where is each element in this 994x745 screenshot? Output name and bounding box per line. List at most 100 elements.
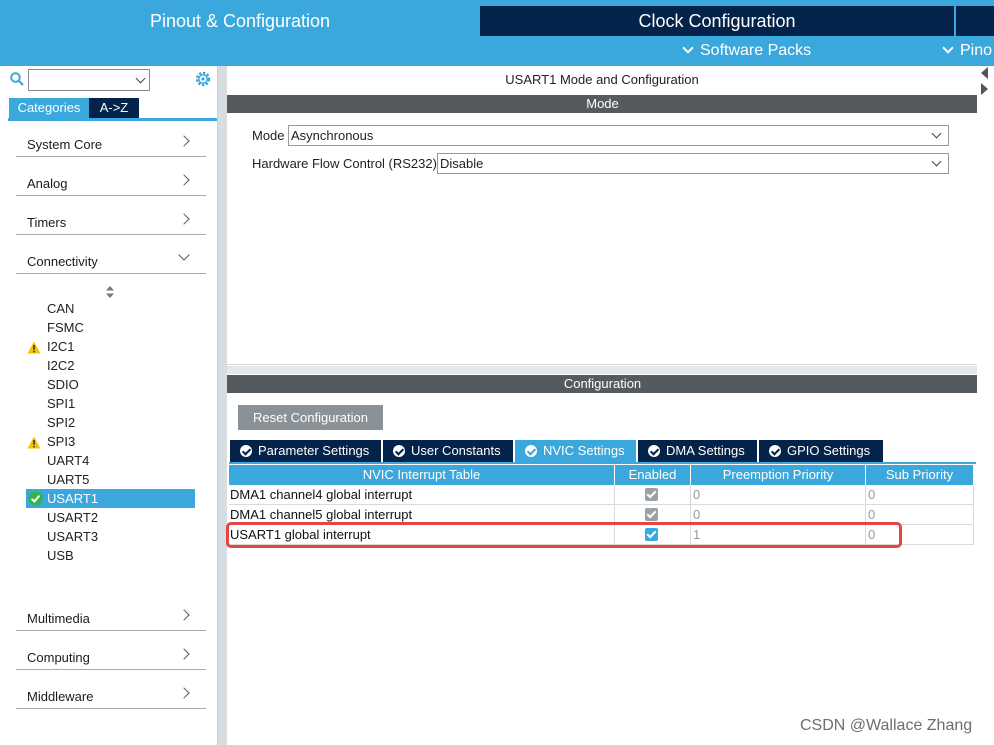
sort-icon[interactable] — [106, 286, 114, 298]
category-label: Connectivity — [27, 254, 98, 269]
category-label: Timers — [27, 215, 67, 230]
tab-parameter-settings[interactable]: Parameter Settings — [230, 440, 381, 462]
flow-select-value: Disable — [440, 156, 484, 171]
tab-strip-underline — [229, 462, 976, 464]
peripheral-item-sdio[interactable]: SDIO — [47, 375, 79, 394]
chevron-down-icon — [931, 128, 942, 139]
scrollbar[interactable] — [977, 66, 994, 745]
category-label: Multimedia — [27, 611, 90, 626]
chevron-right-icon — [178, 174, 190, 186]
software-packs-label: Software Packs — [700, 42, 812, 59]
pinout-menu-label: Pino — [960, 42, 993, 59]
check-circle-icon — [393, 445, 405, 457]
tab-gpio-settings[interactable]: GPIO Settings — [759, 440, 883, 462]
tab-clock-configuration[interactable]: Clock Configuration — [480, 6, 954, 36]
check-circle-icon — [769, 445, 781, 457]
category-timers[interactable]: Timers — [16, 207, 206, 235]
category-connectivity[interactable]: Connectivity — [16, 246, 206, 274]
peripheral-item-usart3[interactable]: USART3 — [47, 527, 98, 546]
check-circle-icon — [648, 445, 660, 457]
category-middleware[interactable]: Middleware — [16, 681, 206, 709]
tab-label: DMA Settings — [666, 443, 745, 458]
peripheral-item-i2c2[interactable]: I2C2 — [47, 356, 74, 375]
search-icon[interactable] — [10, 72, 24, 86]
reset-configuration-button[interactable]: Reset Configuration — [238, 405, 383, 430]
peripheral-item-i2c1[interactable]: I2C1 — [47, 337, 74, 356]
category-system-core[interactable]: System Core — [16, 129, 206, 157]
tab-label: User Constants — [411, 443, 501, 458]
category-label: Middleware — [27, 689, 94, 704]
table-row[interactable]: DMA1 channel4 global interrupt 0 0 — [229, 485, 974, 505]
peripheral-item-uart4[interactable]: UART4 — [47, 451, 89, 470]
chevron-right-icon — [178, 687, 190, 699]
mode-section-header: Mode — [227, 95, 978, 113]
search-input[interactable] — [28, 69, 150, 91]
category-analog[interactable]: Analog — [16, 168, 206, 196]
tab-label: Parameter Settings — [258, 443, 370, 458]
panel-title: USART1 Mode and Configuration — [505, 72, 699, 87]
enabled-checkbox[interactable] — [645, 488, 658, 501]
check-circle-icon — [240, 445, 252, 457]
category-computing[interactable]: Computing — [16, 642, 206, 670]
preemption-priority-cell[interactable]: 0 — [691, 485, 866, 505]
gear-icon[interactable] — [194, 70, 212, 88]
tab-underline — [8, 118, 217, 121]
peripheral-item-fsmc[interactable]: FSMC — [47, 318, 84, 337]
category-label: System Core — [27, 137, 103, 152]
tab-pinout-configuration[interactable]: Pinout & Configuration — [0, 6, 480, 36]
chevron-down-icon — [931, 156, 942, 167]
mode-select-value: Asynchronous — [291, 128, 374, 143]
peripheral-item-spi2[interactable]: SPI2 — [47, 413, 75, 432]
tab-dma-settings[interactable]: DMA Settings — [638, 440, 757, 462]
peripheral-item-uart5[interactable]: UART5 — [47, 470, 89, 489]
enabled-cell — [615, 485, 691, 505]
check-circle-icon — [28, 491, 43, 506]
categories-panel: Categories A->Z System Core Analog Timer… — [4, 66, 218, 745]
hardware-flow-control-label: Hardware Flow Control (RS232) — [252, 156, 437, 171]
tab-overflow[interactable] — [956, 6, 994, 36]
chevron-right-icon — [178, 609, 190, 621]
panel-splitter[interactable] — [218, 66, 227, 745]
configuration-section-header: Configuration — [227, 375, 978, 393]
peripheral-item-usb[interactable]: USB — [47, 546, 74, 565]
tab-a-to-z[interactable]: A->Z — [89, 98, 139, 118]
category-label: Computing — [27, 650, 90, 665]
peripheral-item-spi3[interactable]: SPI3 — [47, 432, 75, 451]
check-circle-icon — [525, 445, 537, 457]
enabled-checkbox[interactable] — [645, 508, 658, 521]
category-label: Analog — [27, 176, 68, 191]
tab-categories[interactable]: Categories — [9, 98, 89, 118]
watermark: CSDN @Wallace Zhang — [800, 717, 973, 734]
warning-icon — [27, 436, 41, 449]
chevron-down-icon — [178, 249, 190, 261]
chevron-down-icon — [942, 42, 954, 54]
pinout-menu[interactable]: Pino — [942, 40, 993, 62]
peripheral-label: USART1 — [47, 491, 99, 506]
column-header-enabled[interactable]: Enabled — [615, 465, 691, 485]
tab-user-constants[interactable]: User Constants — [383, 440, 513, 462]
chevron-right-icon — [178, 213, 190, 225]
collapse-arrows-icon[interactable] — [979, 66, 989, 100]
column-header-sub-priority[interactable]: Sub Priority — [866, 465, 974, 485]
chevron-right-icon — [178, 648, 190, 660]
mode-label: Mode — [252, 128, 285, 143]
mode-select[interactable]: Asynchronous — [288, 125, 949, 146]
tab-label: GPIO Settings — [787, 443, 871, 458]
peripheral-item-usart1[interactable]: USART1 — [26, 489, 195, 508]
chevron-down-icon[interactable] — [135, 73, 146, 84]
column-header-preemption-priority[interactable]: Preemption Priority — [691, 465, 866, 485]
tab-nvic-settings[interactable]: NVIC Settings — [515, 440, 636, 462]
hardware-flow-control-select[interactable]: Disable — [437, 153, 949, 174]
column-header-nvic-interrupt-table[interactable]: NVIC Interrupt Table — [229, 465, 615, 485]
section-splitter[interactable] — [227, 366, 978, 374]
chevron-right-icon — [178, 135, 190, 147]
software-packs-menu[interactable]: Software Packs — [682, 40, 812, 62]
peripheral-item-can[interactable]: CAN — [47, 299, 74, 318]
peripheral-item-spi1[interactable]: SPI1 — [47, 394, 75, 413]
chevron-down-icon — [682, 42, 694, 54]
sub-priority-cell[interactable]: 0 — [866, 485, 974, 505]
highlight-annotation — [226, 522, 902, 548]
interrupt-name: DMA1 channel4 global interrupt — [229, 485, 615, 505]
peripheral-item-usart2[interactable]: USART2 — [47, 508, 98, 527]
category-multimedia[interactable]: Multimedia — [16, 603, 206, 631]
